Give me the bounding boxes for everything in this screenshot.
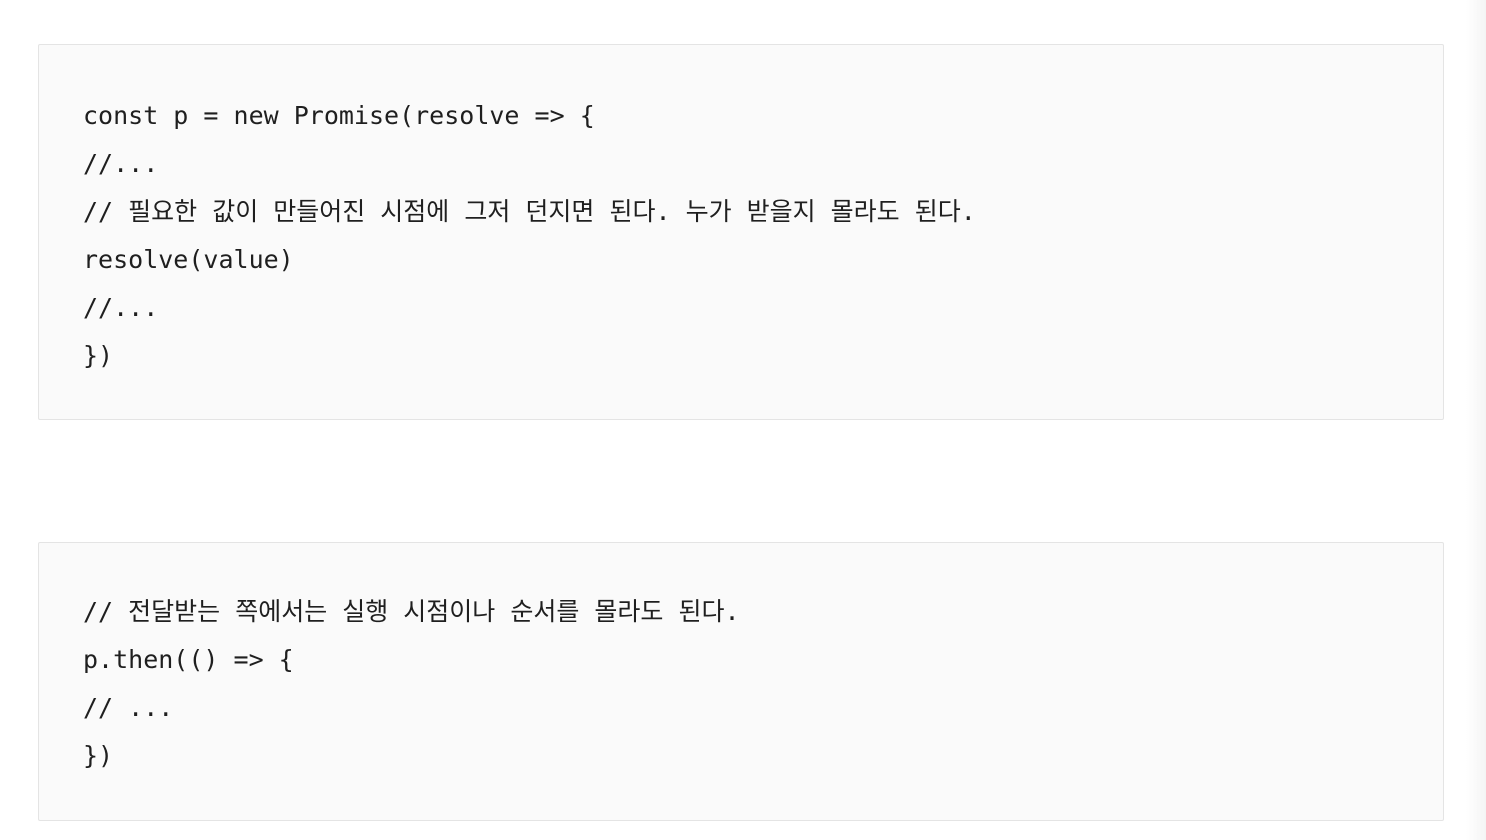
code-block-promise-create: const p = new Promise(resolve => { //... /… (38, 44, 1444, 420)
code-line: // 전달받는 쪽에서는 실행 시점이나 순서를 몰라도 된다. (83, 597, 740, 626)
code-line: // 필요한 값이 만들어진 시점에 그저 던지면 된다. 누가 받을지 몰라도… (83, 197, 976, 226)
code-line: resolve(value) (83, 245, 294, 274)
code-line: //... (83, 149, 159, 178)
scrollbar-track (1466, 0, 1486, 840)
code-line: p.then(() => { (83, 645, 294, 674)
code-line: const p = new Promise(resolve => { (83, 101, 595, 130)
code-line: }) (83, 741, 114, 770)
code-line: }) (83, 341, 114, 370)
code-block-promise-then: // 전달받는 쪽에서는 실행 시점이나 순서를 몰라도 된다. p.then((… (38, 542, 1444, 821)
code-line: // ... (83, 693, 174, 722)
code-line: //... (83, 293, 159, 322)
